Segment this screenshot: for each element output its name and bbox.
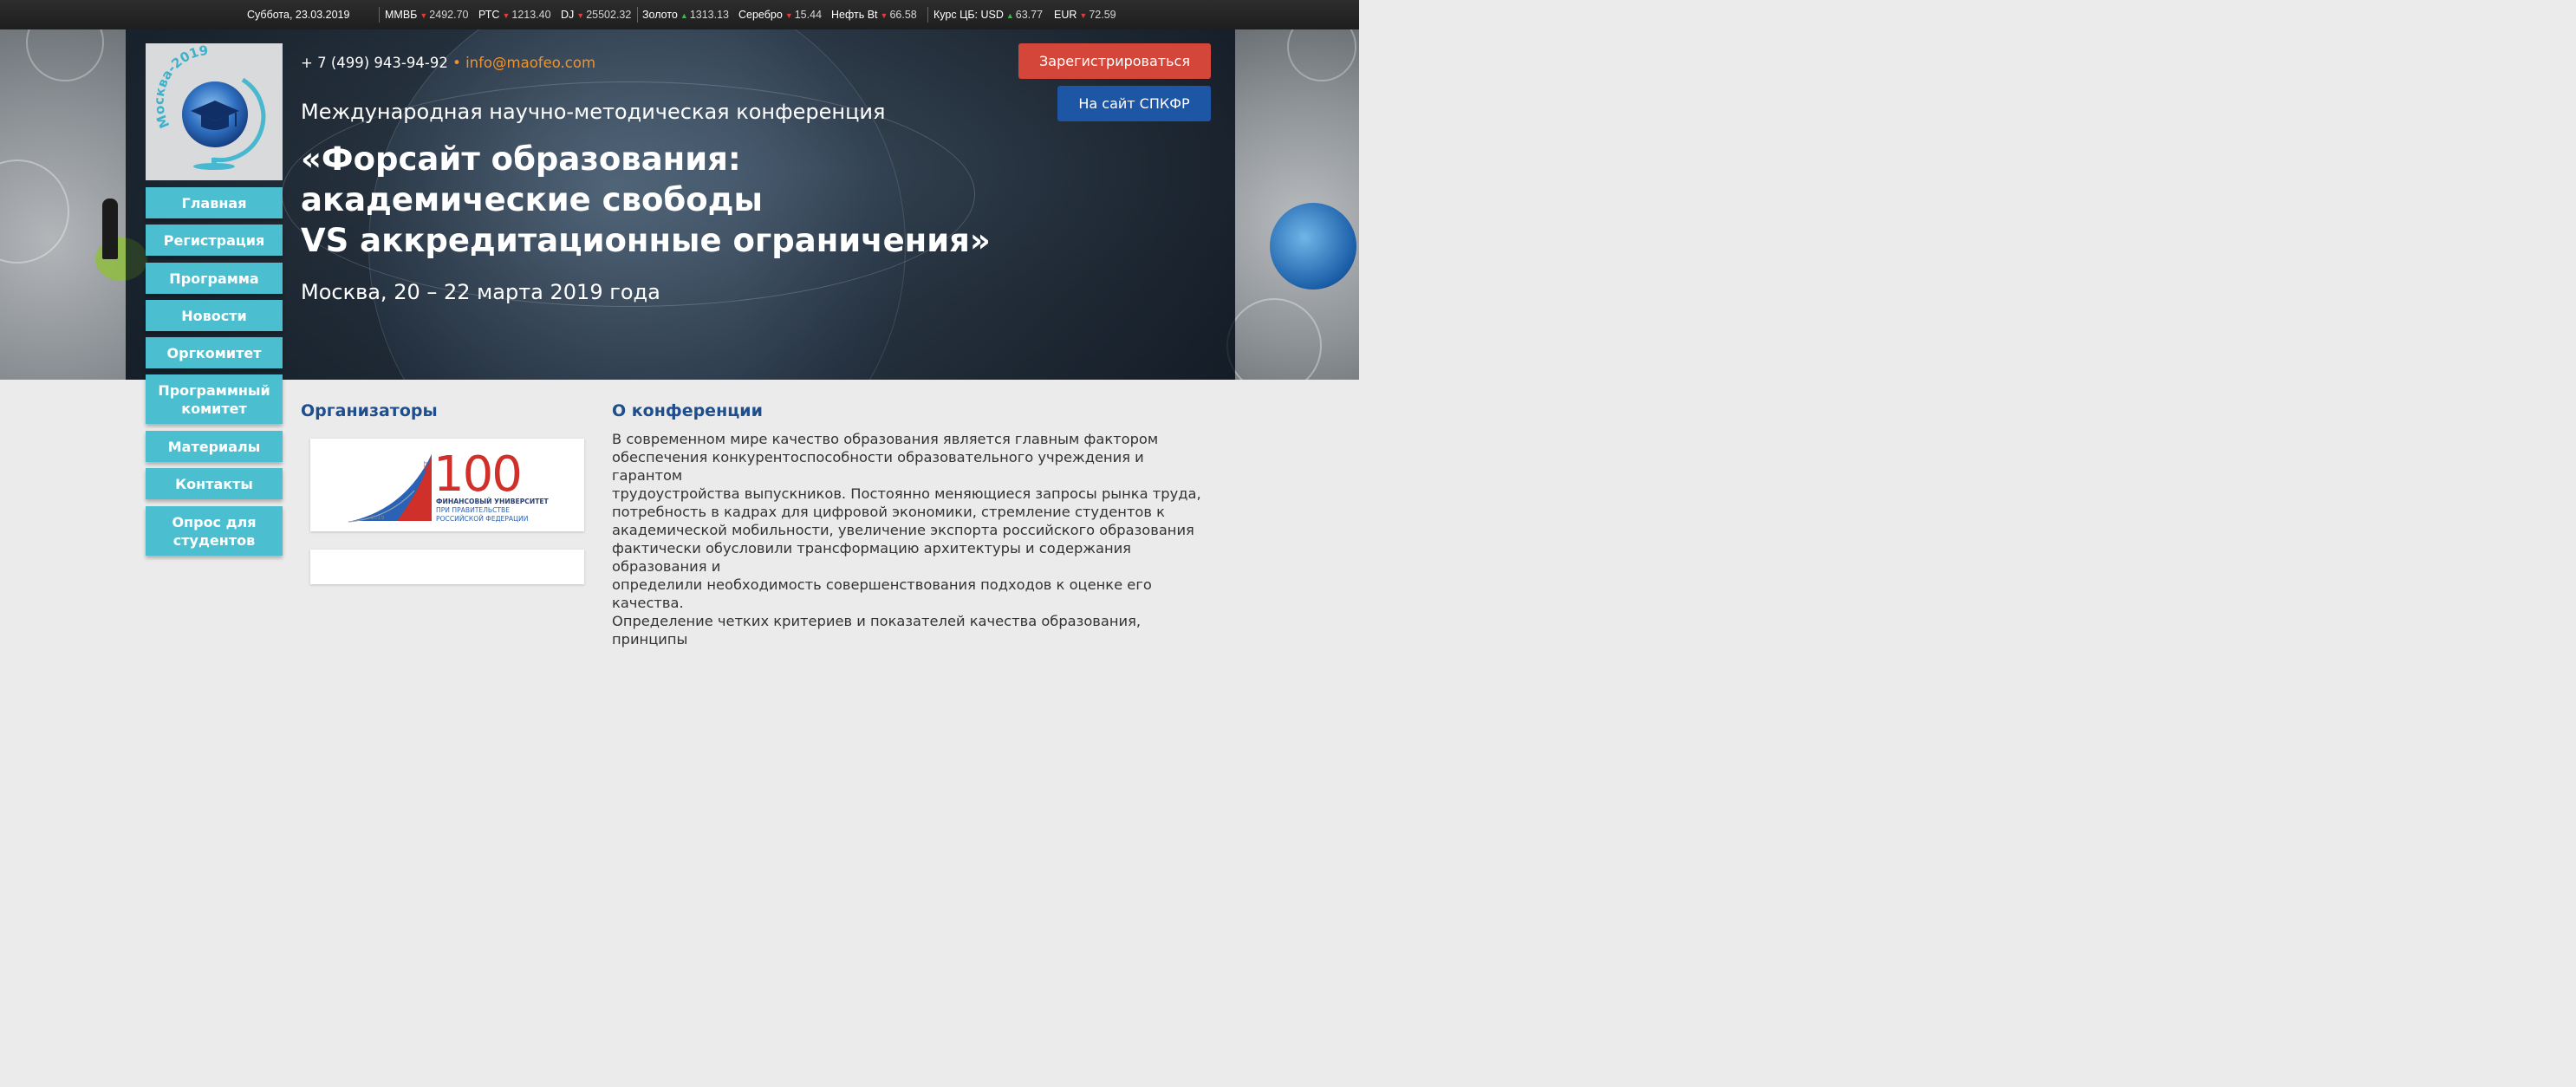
register-button[interactable]: Зарегистрироваться	[1018, 43, 1211, 79]
ticker-value: 1313.13	[689, 9, 729, 21]
banner-side-image-right	[1226, 29, 1359, 380]
ticker-label: DJ	[561, 9, 575, 21]
ticker-value: 25502.32	[586, 9, 632, 21]
ticker-value: 72.59	[1089, 9, 1116, 21]
nav-label: Программа	[169, 270, 259, 287]
ticker-label: Золото	[642, 9, 678, 21]
arrow-down-icon: ▼	[784, 11, 793, 20]
market-ticker-bar: Суббота, 23.03.2019 ММВБ ▼ 2492.70 РТС ▼ 121…	[0, 0, 1359, 29]
conference-subtitle: Международная научно-методическая конфер…	[301, 100, 886, 124]
ticker-rts: РТС ▼ 1213.40	[478, 9, 551, 21]
nav-item-program[interactable]: Программа	[146, 263, 283, 294]
title-line: академические свободы	[301, 181, 763, 218]
nav-item-materials[interactable]: Материалы	[146, 431, 283, 462]
about-heading: О конференции	[612, 401, 763, 420]
conference-logo[interactable]: Москва-2019	[146, 42, 283, 180]
nav-item-program-committee[interactable]: Программный комитет	[146, 374, 283, 424]
logo-year: 2019	[371, 515, 384, 521]
ticker-label: Курс ЦБ: USD	[933, 9, 1004, 21]
ticker-value: 15.44	[794, 9, 823, 21]
organizers-heading: Организаторы	[301, 401, 438, 420]
arrow-down-icon: ▼	[1079, 11, 1088, 20]
ticker-label: РТС	[478, 9, 500, 21]
nav-label: комитет	[181, 400, 247, 417]
ticker-divider	[637, 7, 638, 23]
logo-line: ФИНАНСОВЫЙ УНИВЕРСИТЕТ	[436, 498, 550, 505]
nav-label: Регистрация	[163, 231, 265, 249]
conference-title: «Форсайт образования: академические своб…	[301, 139, 991, 261]
banner-side-image-left	[0, 29, 147, 380]
paragraph-line: определили необходимость совершенствован…	[612, 576, 1152, 611]
paragraph-line: академической мобильности, увеличение эк…	[612, 522, 1194, 538]
ticker-silver: Серебро ▼ 15.44	[738, 9, 822, 21]
ticker-dj: DJ ▼ 25502.32	[561, 9, 631, 21]
arrow-down-icon: ▼	[502, 11, 511, 20]
financial-university-logo: 2019 ЛЕТ 100 ФИНАНСОВЫЙ УНИВЕРСИТЕТ ПРИ …	[348, 446, 550, 523]
ticker-value: 66.58	[889, 9, 917, 21]
paragraph-line: потребность в кадрах для цифровой эконом…	[612, 504, 1165, 520]
nav-item-registration[interactable]: Регистрация	[146, 225, 283, 256]
ticker-mmvb: ММВБ ▼ 2492.70	[385, 9, 468, 21]
phone-number[interactable]: + 7 (499) 943-94-92	[301, 55, 448, 71]
logo-number: 100	[433, 446, 521, 503]
nav-label: Программный	[158, 381, 270, 399]
arrow-down-icon: ▼	[880, 11, 888, 20]
email-link[interactable]: info@maofeo.com	[465, 55, 595, 71]
logo-line: РОССИЙСКОЙ ФЕДЕРАЦИИ	[436, 515, 528, 523]
ticker-label: ММВБ	[385, 9, 418, 21]
spkfr-site-button[interactable]: На сайт СПКФР	[1057, 86, 1211, 121]
paragraph-line: обеспечения конкурентоспособности образо…	[612, 449, 1144, 484]
ticker-divider	[379, 7, 380, 23]
paragraph-line: Определение четких критериев и показател…	[612, 613, 1142, 648]
nav-item-news[interactable]: Новости	[146, 300, 283, 331]
nav-item-orgcommittee[interactable]: Оргкомитет	[146, 337, 283, 368]
title-line: «Форсайт образования:	[301, 140, 741, 178]
nav-label: Новости	[181, 307, 247, 324]
ticker-value: 63.77	[1015, 9, 1044, 21]
arrow-up-icon: ▲	[680, 11, 688, 20]
nav-label: Оргкомитет	[166, 344, 262, 361]
nav-item-home[interactable]: Главная	[146, 187, 283, 218]
logo-line: ПРИ ПРАВИТЕЛЬСТВЕ	[436, 506, 510, 514]
ticker-divider	[927, 7, 928, 23]
paragraph-line: фактически обусловили трансформацию архи…	[612, 540, 1131, 575]
ticker-label: EUR	[1054, 9, 1077, 21]
nav-label: Главная	[181, 194, 247, 212]
ticker-value: 1213.40	[511, 9, 551, 21]
paragraph-line: трудоустройства выпускников. Постоянно м…	[612, 485, 1201, 502]
title-line: VS аккредитационные ограничения»	[301, 222, 991, 259]
ticker-date: Суббота, 23.03.2019	[247, 9, 350, 21]
arrow-up-icon: ▲	[1005, 11, 1014, 20]
nav-item-student-survey[interactable]: Опрос для студентов	[146, 506, 283, 556]
nav-item-contacts[interactable]: Контакты	[146, 468, 283, 499]
separator-bullet: •	[452, 55, 461, 71]
organizer-logo-card[interactable]	[310, 550, 584, 584]
ticker-gold: Золото ▲ 1313.13	[642, 9, 729, 21]
organizer-logo-financial-university[interactable]: 2019 ЛЕТ 100 ФИНАНСОВЫЙ УНИВЕРСИТЕТ ПРИ …	[310, 439, 584, 531]
about-paragraph: В современном мире качество образования …	[612, 430, 1219, 648]
paragraph-line: В современном мире качество образования …	[612, 431, 1159, 447]
ticker-label: Нефть Bt	[831, 9, 878, 21]
nav-label: Контакты	[175, 475, 253, 492]
graduation-globe-icon: Москва-2019	[151, 42, 266, 170]
contact-line: + 7 (499) 943-94-92 • info@maofeo.com	[301, 55, 595, 71]
ticker-oil: Нефть Bt ▼ 66.58	[831, 9, 917, 21]
ticker-usd: Курс ЦБ: USD ▲ 63.77	[933, 9, 1043, 21]
nav-label: Материалы	[167, 438, 261, 455]
ticker-eur: EUR ▼ 72.59	[1054, 9, 1116, 21]
nav-label: Опрос для	[172, 513, 257, 530]
nav-label: студентов	[172, 531, 256, 549]
conference-date-place: Москва, 20 – 22 марта 2019 года	[301, 280, 660, 304]
logo-years-label: ЛЕТ	[424, 461, 430, 472]
arrow-down-icon: ▼	[420, 11, 428, 20]
arrow-down-icon: ▼	[576, 11, 585, 20]
ticker-label: Серебро	[738, 9, 783, 21]
ticker-value: 2492.70	[429, 9, 469, 21]
